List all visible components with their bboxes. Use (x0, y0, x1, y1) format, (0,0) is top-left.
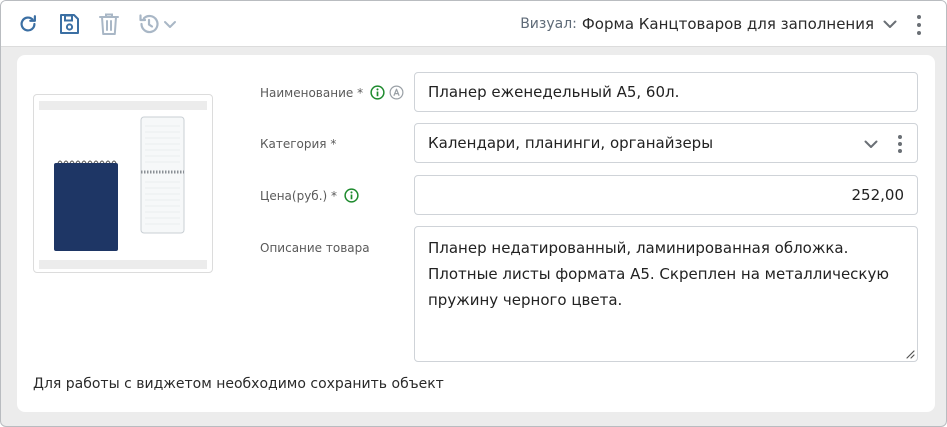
description-line: Плотные листы формата А5. Скреплен на ме… (428, 265, 889, 283)
kebab-dot (898, 142, 902, 146)
price-value: 252,00 (851, 186, 905, 204)
name-input[interactable]: Планер еженедельный А5, 60л. (414, 72, 918, 112)
kebab-dot (917, 15, 921, 19)
name-value: Планер еженедельный А5, 60л. (428, 83, 680, 101)
image-strip (39, 260, 207, 269)
description-textarea[interactable]: Планер недатированный, ламинированная об… (414, 226, 918, 362)
form-card: Наименование * Планер еженедельный А5, 6… (17, 55, 935, 412)
price-input[interactable]: 252,00 (414, 175, 918, 215)
auto-icon[interactable] (389, 85, 404, 100)
category-select[interactable]: Календари, планинги, органайзеры (414, 123, 918, 163)
resize-handle-icon[interactable] (905, 349, 915, 359)
save-icon (60, 14, 79, 34)
category-label: Категория * (260, 137, 337, 151)
spiral-pad-image (140, 116, 185, 234)
category-value: Календари, планинги, органайзеры (428, 134, 714, 152)
chevron-down-icon (164, 21, 176, 28)
visual-selector[interactable]: Визуал: Форма Канцтоваров для заполнения (520, 13, 898, 35)
category-label-row: Категория * (260, 137, 336, 151)
name-label: Наименование * (260, 85, 364, 100)
chevron-down-icon (883, 20, 897, 28)
kebab-dot (898, 149, 902, 153)
image-strip (39, 101, 207, 110)
save-button[interactable] (55, 10, 83, 38)
notebook-image (54, 160, 118, 251)
visual-label: Визуал: (520, 16, 577, 32)
kebab-dot (917, 23, 921, 27)
description-line: Планер недатированный, ламинированная об… (428, 239, 849, 257)
widget-frame: Визуал: Форма Канцтоваров для заполнения (0, 0, 947, 427)
description-line: пружину черного цвета. (428, 291, 623, 309)
description-label: Описание товара (260, 241, 370, 255)
more-menu-button[interactable] (914, 13, 924, 37)
info-icon[interactable] (344, 188, 359, 203)
visual-value: Форма Канцтоваров для заполнения (581, 15, 874, 33)
chevron-down-icon[interactable] (863, 136, 879, 152)
category-more-button[interactable] (895, 133, 905, 155)
description-label-row: Описание товара (260, 241, 370, 255)
delete-button[interactable] (95, 10, 123, 38)
refresh-icon (20, 15, 36, 32)
name-label-row: Наименование * (260, 85, 404, 100)
history-icon (139, 14, 159, 34)
trash-icon (99, 13, 119, 35)
kebab-dot (917, 31, 921, 35)
save-hint-text: Для работы с виджетом необходимо сохрани… (33, 376, 444, 392)
history-button[interactable] (135, 10, 179, 38)
price-label: Цена(руб.) * (260, 188, 338, 203)
kebab-dot (898, 135, 902, 139)
refresh-button[interactable] (14, 10, 42, 38)
product-image[interactable] (33, 94, 213, 273)
toolbar: Визуал: Форма Канцтоваров для заполнения (1, 1, 946, 47)
info-icon[interactable] (370, 85, 385, 100)
price-label-row: Цена(руб.) * (260, 188, 359, 203)
